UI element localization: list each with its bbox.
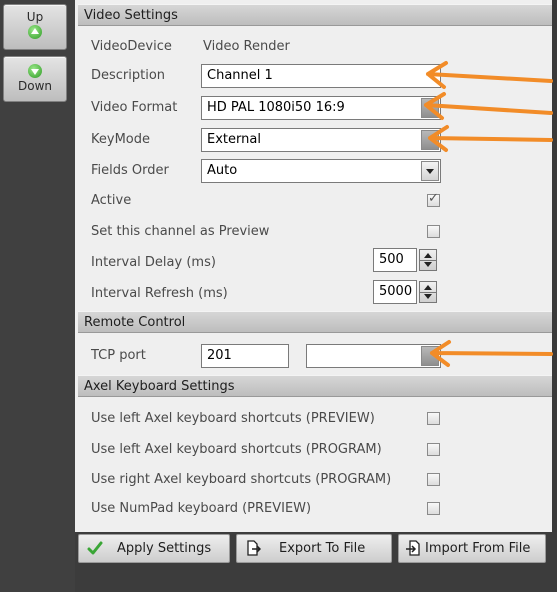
annotation-arrow [430,340,553,367]
annotation-arrow [426,61,553,89]
annotation-arrow [428,125,553,152]
annotation-arrows [424,61,553,367]
annotation-arrow [424,92,553,120]
